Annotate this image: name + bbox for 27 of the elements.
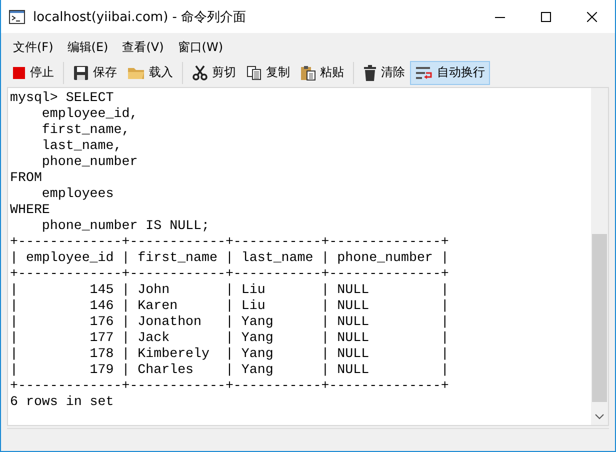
stop-icon bbox=[12, 66, 26, 80]
load-button[interactable]: 载入 bbox=[122, 60, 178, 84]
menu-item[interactable]: 窗口(W) bbox=[170, 36, 230, 56]
console-icon bbox=[9, 10, 25, 24]
scissors-icon bbox=[192, 64, 208, 80]
trash-icon bbox=[363, 64, 377, 80]
folder-icon bbox=[127, 66, 145, 80]
paste-button[interactable]: 粘贴 bbox=[295, 60, 349, 84]
copy-icon bbox=[246, 64, 262, 80]
clipboard-icon bbox=[300, 64, 316, 80]
copy-button[interactable]: 复制 bbox=[241, 60, 295, 84]
cut-button[interactable]: 剪切 bbox=[187, 60, 241, 84]
save-button[interactable]: 保存 bbox=[68, 60, 122, 84]
menu-item[interactable]: 编辑(E) bbox=[60, 36, 116, 56]
maximize-icon bbox=[541, 12, 551, 22]
clear-button[interactable]: 清除 bbox=[358, 60, 410, 84]
menu-item[interactable]: 文件(F) bbox=[7, 36, 60, 56]
scrollbar[interactable] bbox=[591, 88, 608, 425]
console-output: mysql> SELECT employee_id, first_name, last_name, phone_number FROM employees WHERE phone_number IS NULL; +-------------+------------+-----------+--------------+ | employee_id | first_name | last_name | phone_number | +-------------+------------+-----------+--------------+ | 145 | John | Liu | NULL | | 146 | Karen | Liu | NULL | | 176 | Jonathon | Yang | NULL | | 177 | Jack | Yang | NULL | | 178 | Kimberely | Yang | NULL | | 179 | Charles | Yang | NULL | +-------------+------------+-----------+--------------+ 6 rows in set bbox=[9, 89, 450, 411]
close-icon bbox=[587, 12, 597, 22]
stop-button[interactable]: 停止 bbox=[7, 60, 59, 84]
save-icon bbox=[73, 64, 89, 80]
window-title: localhost(yiibai.com) - 命令列介面 bbox=[33, 8, 248, 26]
chevron-down-icon bbox=[595, 414, 604, 420]
wrap-button[interactable]: 自动换行 bbox=[410, 60, 490, 84]
menu-item[interactable]: 查看(V) bbox=[115, 36, 171, 56]
wrap-icon bbox=[415, 64, 433, 80]
